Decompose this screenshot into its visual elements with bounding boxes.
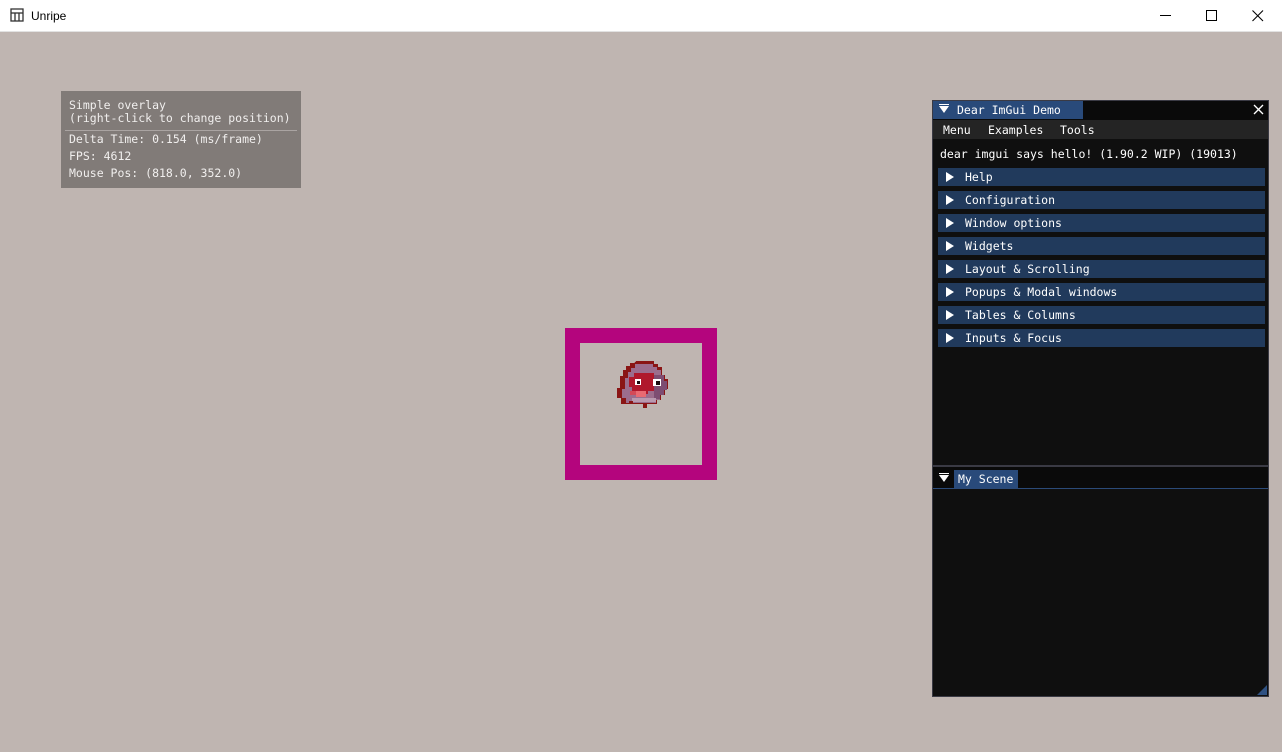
scene-collapse-arrow-icon[interactable] bbox=[939, 475, 949, 482]
close-button[interactable] bbox=[1235, 0, 1281, 31]
overlay-delta-time: Delta Time: 0.154 (ms/frame) bbox=[69, 132, 263, 146]
section-popups-modal[interactable]: Popups & Modal windows bbox=[938, 283, 1265, 301]
simple-overlay[interactable]: Simple overlay (right-click to change po… bbox=[61, 91, 301, 188]
expand-arrow-icon bbox=[946, 195, 954, 205]
section-window-options[interactable]: Window options bbox=[938, 214, 1265, 232]
section-widgets[interactable]: Widgets bbox=[938, 237, 1265, 255]
expand-arrow-icon bbox=[946, 333, 954, 343]
collapse-bar-icon bbox=[939, 104, 949, 105]
demo-menu-bar: Menu Examples Tools bbox=[933, 120, 1268, 139]
overlay-mouse-pos: Mouse Pos: (818.0, 352.0) bbox=[69, 166, 243, 180]
app-icon bbox=[10, 8, 24, 22]
scene-title: My Scene bbox=[958, 472, 1014, 486]
section-label: Window options bbox=[965, 216, 1062, 230]
minimize-button[interactable] bbox=[1143, 0, 1189, 31]
section-layout-scrolling[interactable]: Layout & Scrolling bbox=[938, 260, 1265, 278]
section-label: Tables & Columns bbox=[965, 308, 1076, 322]
resize-grip-icon[interactable] bbox=[1257, 685, 1267, 695]
demo-tab[interactable]: Dear ImGui Demo bbox=[933, 101, 1083, 119]
section-label: Widgets bbox=[965, 239, 1014, 253]
section-help[interactable]: Help bbox=[938, 168, 1265, 186]
menu-tools[interactable]: Tools bbox=[1060, 123, 1095, 137]
collapse-arrow-icon[interactable] bbox=[939, 106, 949, 113]
menu-examples[interactable]: Examples bbox=[988, 123, 1043, 137]
my-scene-window[interactable]: My Scene bbox=[932, 466, 1269, 697]
overlay-fps: FPS: 4612 bbox=[69, 149, 132, 163]
menu-menu[interactable]: Menu bbox=[943, 123, 971, 137]
section-tables-columns[interactable]: Tables & Columns bbox=[938, 306, 1265, 324]
section-label: Configuration bbox=[965, 193, 1056, 207]
expand-arrow-icon bbox=[946, 172, 954, 182]
scene-collapse-bar-icon bbox=[939, 473, 949, 474]
minimize-icon bbox=[1160, 15, 1171, 16]
overlay-hint: (right-click to change position) bbox=[69, 111, 291, 125]
maximize-button[interactable] bbox=[1189, 0, 1235, 31]
expand-arrow-icon bbox=[946, 264, 954, 274]
demo-title-bar[interactable]: Dear ImGui Demo bbox=[933, 101, 1268, 120]
imgui-demo-window[interactable]: Dear ImGui Demo Menu Examples Tools dear… bbox=[932, 100, 1269, 466]
bird-sprite bbox=[617, 361, 668, 408]
overlay-separator bbox=[65, 130, 297, 131]
scene-tab[interactable]: My Scene bbox=[954, 470, 1018, 488]
expand-arrow-icon bbox=[946, 241, 954, 251]
sprite-area bbox=[580, 343, 702, 465]
window-title: Unripe bbox=[31, 9, 67, 23]
scene-title-bar[interactable]: My Scene bbox=[933, 467, 1268, 489]
expand-arrow-icon bbox=[946, 287, 954, 297]
close-icon bbox=[1252, 10, 1264, 22]
section-inputs-focus[interactable]: Inputs & Focus bbox=[938, 329, 1265, 347]
expand-arrow-icon bbox=[946, 310, 954, 320]
title-bar: Unripe bbox=[0, 0, 1282, 32]
expand-arrow-icon bbox=[946, 218, 954, 228]
section-configuration[interactable]: Configuration bbox=[938, 191, 1265, 209]
section-label: Help bbox=[965, 170, 993, 184]
demo-window-title: Dear ImGui Demo bbox=[957, 103, 1061, 117]
section-label: Layout & Scrolling bbox=[965, 262, 1090, 276]
section-label: Inputs & Focus bbox=[965, 331, 1062, 345]
section-label: Popups & Modal windows bbox=[965, 285, 1118, 299]
sprite-frame bbox=[565, 328, 717, 480]
hello-text: dear imgui says hello! (1.90.2 WIP) (190… bbox=[940, 147, 1238, 161]
maximize-icon bbox=[1206, 10, 1217, 21]
demo-close-icon[interactable] bbox=[1253, 104, 1264, 115]
